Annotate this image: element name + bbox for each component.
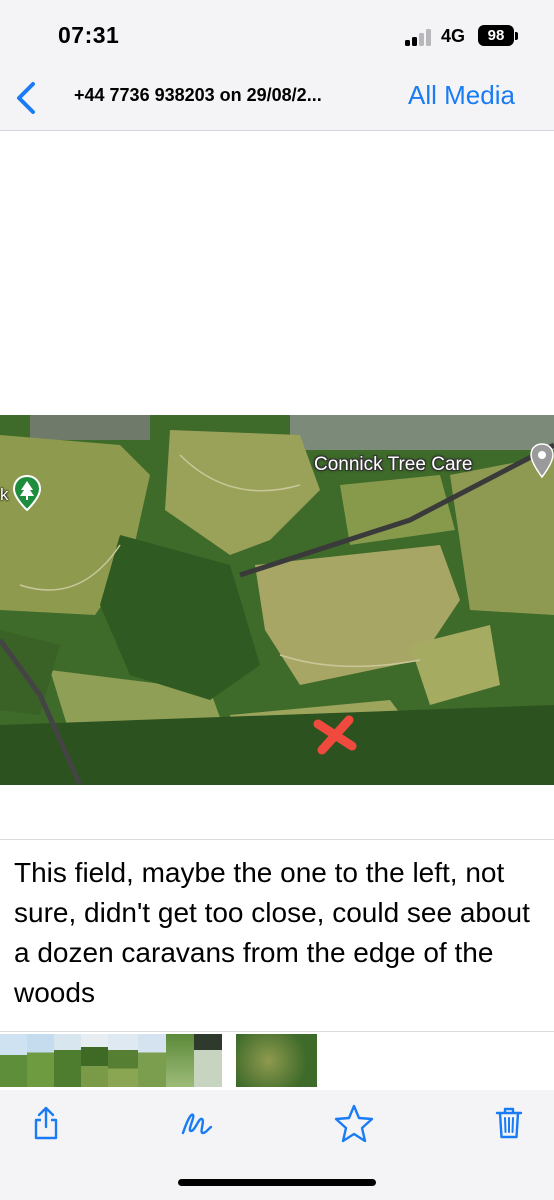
battery-indicator: 98 bbox=[478, 25, 514, 46]
partial-map-label: k bbox=[0, 485, 9, 504]
status-bar: 07:31 4G 98 bbox=[0, 0, 554, 66]
thumbnail[interactable] bbox=[108, 1034, 138, 1087]
markup-button[interactable] bbox=[172, 1098, 222, 1148]
map-pin-icon bbox=[530, 443, 554, 479]
chevron-left-icon bbox=[17, 82, 35, 114]
battery-tip bbox=[515, 32, 518, 40]
park-tree-icon bbox=[12, 475, 42, 511]
home-indicator[interactable] bbox=[178, 1179, 376, 1186]
media-thumbnail-strip bbox=[0, 1034, 554, 1087]
cellular-signal-icon bbox=[405, 29, 435, 46]
thumbnail[interactable] bbox=[27, 1034, 54, 1087]
message-caption: This field, maybe the one to the left, n… bbox=[14, 857, 530, 1008]
share-button[interactable] bbox=[21, 1098, 71, 1148]
trash-icon bbox=[495, 1107, 523, 1139]
share-icon bbox=[34, 1106, 58, 1140]
divider bbox=[0, 839, 554, 840]
conversation-title: +44 7736 938203 on 29/08/2... bbox=[74, 85, 322, 105]
map-place-label: Connick Tree Care bbox=[314, 454, 473, 475]
back-button[interactable] bbox=[8, 76, 44, 120]
thumbnail[interactable] bbox=[166, 1034, 194, 1087]
thumbnail[interactable] bbox=[194, 1034, 222, 1087]
thumbnail[interactable] bbox=[138, 1034, 166, 1087]
markup-icon bbox=[181, 1113, 213, 1135]
all-media-button[interactable]: All Media bbox=[408, 80, 515, 111]
thumbnail-selected[interactable] bbox=[236, 1034, 317, 1087]
thumbnail[interactable] bbox=[54, 1034, 81, 1087]
favorite-star-icon bbox=[334, 1104, 374, 1143]
thumbnail[interactable] bbox=[81, 1034, 108, 1087]
delete-button[interactable] bbox=[484, 1098, 534, 1148]
navigation-bar: +44 7736 938203 on 29/08/2... All Media bbox=[0, 66, 554, 131]
divider bbox=[0, 1031, 554, 1032]
thumbnail[interactable] bbox=[0, 1034, 27, 1087]
status-time: 07:31 bbox=[58, 22, 120, 48]
favorite-button[interactable] bbox=[329, 1098, 379, 1148]
network-type: 4G bbox=[441, 26, 466, 46]
map-screenshot-image[interactable]: Connick Tree Care k bbox=[0, 415, 554, 785]
